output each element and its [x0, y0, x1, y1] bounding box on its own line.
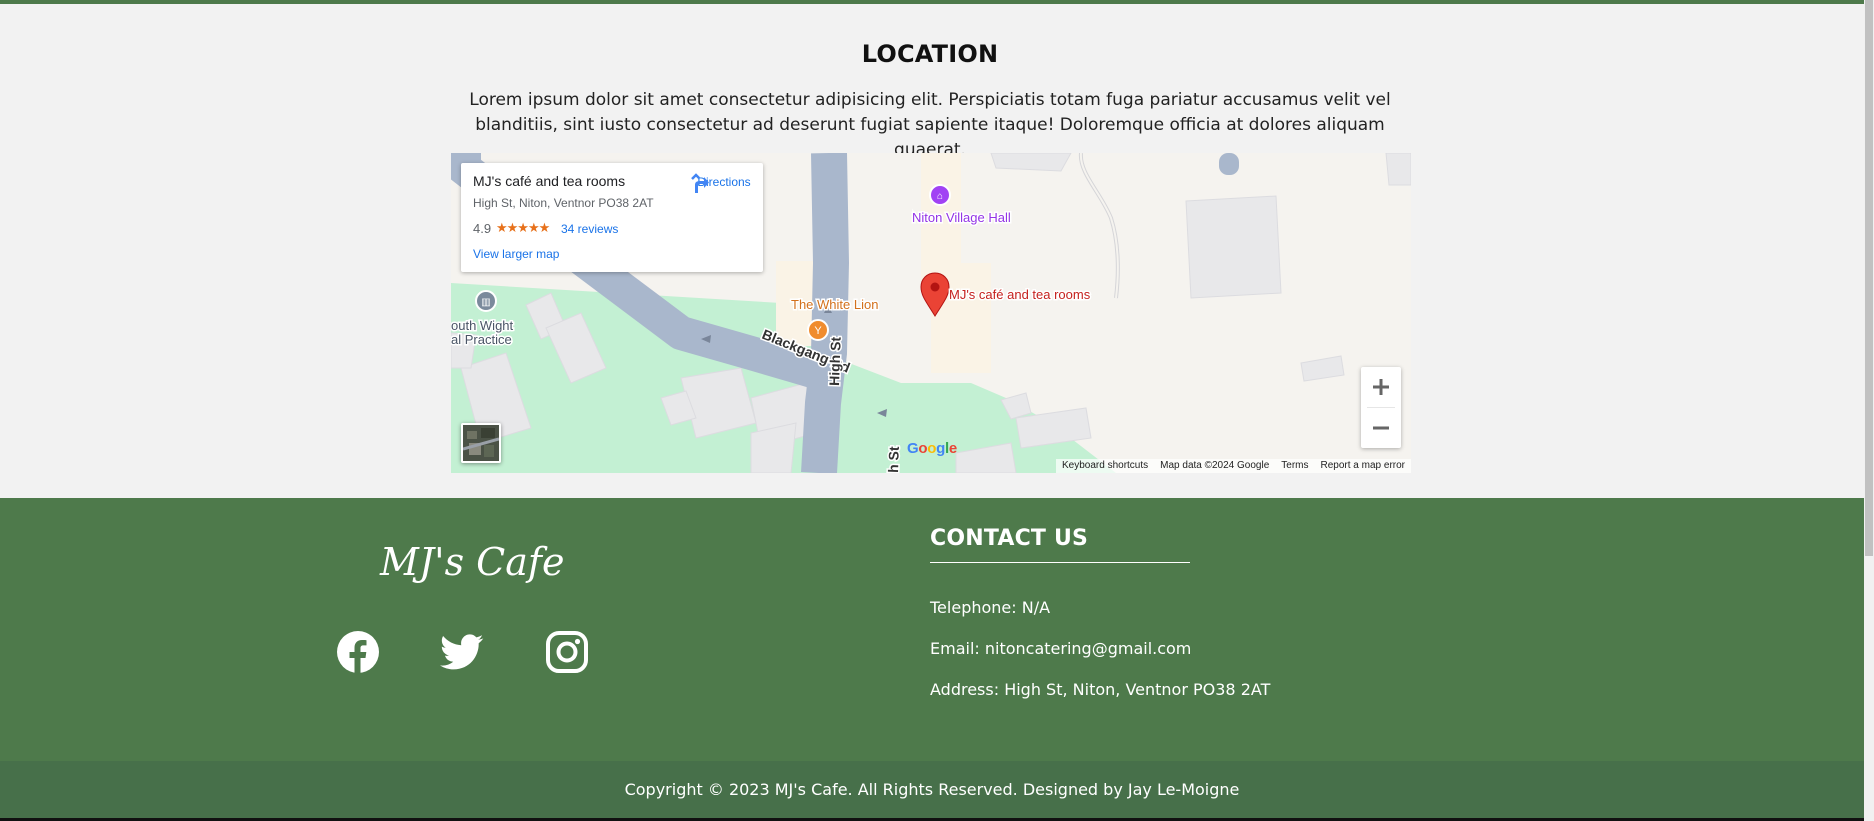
scrollbar-thumb[interactable]: [1865, 0, 1873, 556]
place-info-card: MJ's café and tea rooms High St, Niton, …: [461, 163, 763, 272]
map-data-attribution: Map data ©2024 Google: [1154, 459, 1276, 473]
poi-label-practice-1: outh Wight: [451, 318, 514, 333]
road-label-high-st: High St: [826, 336, 844, 386]
report-map-error-link[interactable]: Report a map error: [1314, 459, 1411, 473]
satellite-layer-toggle[interactable]: [461, 423, 501, 463]
poi-label-white-lion: The White Lion: [791, 297, 878, 312]
facebook-link[interactable]: [336, 630, 380, 674]
svg-text:⌂: ⌂: [937, 191, 943, 202]
contact-title: CONTACT US: [930, 526, 1089, 551]
svg-text:Y: Y: [814, 325, 822, 337]
poi-label-practice-2: al Practice: [451, 332, 512, 347]
page-scrollbar[interactable]: [1864, 0, 1874, 821]
terms-link[interactable]: Terms: [1275, 459, 1315, 473]
zoom-out-button[interactable]: [1361, 408, 1401, 448]
plus-icon: [1373, 379, 1389, 395]
view-larger-map-link[interactable]: View larger map: [473, 247, 559, 261]
road-label-high-st-lower: h St: [885, 446, 902, 473]
poi-label-village-hall: Niton Village Hall: [912, 210, 1011, 225]
copyright-text: Copyright © 2023 MJ's Cafe. All Rights R…: [624, 780, 1240, 799]
svg-text:▥: ▥: [481, 297, 490, 308]
location-section: LOCATION Lorem ipsum dolor sit amet cons…: [0, 4, 1864, 498]
rating-stars: ★★★★★: [496, 220, 550, 235]
place-address: High St, Niton, Ventnor PO38 2AT: [473, 196, 654, 210]
directions-icon: [691, 173, 709, 193]
google-logo: Google: [907, 440, 957, 457]
instagram-icon: [546, 631, 588, 673]
twitter-icon: [440, 634, 484, 670]
zoom-controls: [1361, 367, 1401, 448]
satellite-thumbnail-icon: [463, 425, 499, 461]
contact-telephone: Telephone: N/A: [930, 598, 1051, 617]
zoom-in-button[interactable]: [1361, 367, 1401, 407]
map-footer: Keyboard shortcuts Map data ©2024 Google…: [1055, 459, 1411, 473]
place-name: MJ's café and tea rooms: [473, 173, 626, 189]
location-title: LOCATION: [861, 40, 999, 68]
contact-email[interactable]: Email: nitoncatering@gmail.com: [930, 639, 1191, 658]
keyboard-shortcuts-link[interactable]: Keyboard shortcuts: [1055, 459, 1155, 473]
minus-icon: [1373, 426, 1389, 430]
location-description: Lorem ipsum dolor sit amet consectetur a…: [469, 90, 1391, 160]
twitter-link[interactable]: [440, 630, 484, 674]
embedded-map[interactable]: Blackgang Rd High St h St ⌂ Niton Villag…: [451, 153, 1411, 473]
place-rating: 4.9: [473, 221, 492, 236]
contact-address: Address: High St, Niton, Ventnor PO38 2A…: [930, 680, 1271, 699]
site-footer: MJ's Cafe CONTACT US Telephone: N/A Emai…: [0, 498, 1864, 761]
instagram-link[interactable]: [545, 630, 589, 674]
copyright-bar: Copyright © 2023 MJ's Cafe. All Rights R…: [0, 761, 1864, 818]
facebook-icon: [337, 631, 379, 674]
reviews-link[interactable]: 34 reviews: [561, 222, 618, 236]
directions-button[interactable]: Directions: [689, 173, 759, 193]
footer-brand: MJ's Cafe: [380, 540, 565, 584]
contact-divider: [930, 562, 1190, 563]
pin-label: MJ's café and tea rooms: [949, 287, 1091, 302]
